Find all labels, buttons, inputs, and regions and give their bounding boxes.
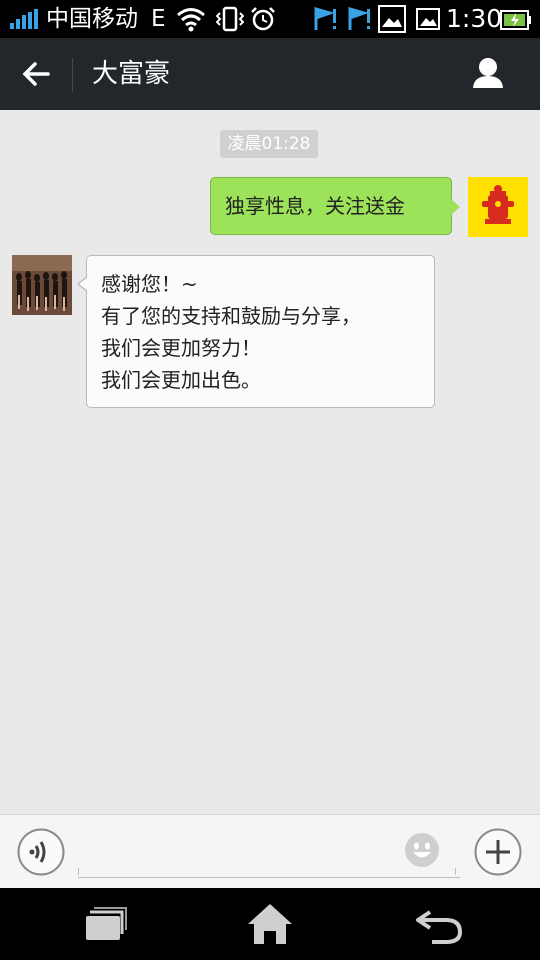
network-type: E [151,6,166,32]
smiley-icon[interactable] [404,832,440,868]
notification-flag-icon [314,7,336,30]
chat-title: 大富豪 [92,59,171,89]
sent-message-bubble[interactable]: 独享性息，关注送金 [210,177,460,235]
message-line: 有了您的支持和鼓励与分享， [101,304,361,328]
message-line: 感谢您！~ [101,272,198,296]
system-nav-bar [0,888,540,960]
received-message-bubble[interactable]: 感谢您！~ 有了您的支持和鼓励与分享， 我们会更加努力！ 我们会更加出色。 [77,255,435,408]
image-icon [378,5,406,33]
input-underline-tick [78,868,79,875]
self-avatar[interactable] [468,177,528,237]
message-line: 我们会更加努力！ [101,336,261,360]
message-timestamp: 凌晨01:28 [220,130,318,158]
fire-hydrant-icon [482,185,514,224]
chat-area[interactable]: 凌晨01:28 独享性息，关注送金 感谢您！~ 有了您的支持和鼓励与分享， 我们… [0,110,540,814]
message-line: 我们会更加出色。 [101,368,261,392]
contact-avatar[interactable] [12,255,72,315]
group-photo-image [12,255,72,315]
back-arrow-icon[interactable] [14,52,58,96]
voice-icon[interactable] [17,828,65,876]
carrier-name: 中国移动 [46,6,138,32]
home-icon[interactable] [240,898,300,950]
battery-charging-icon [500,10,531,30]
signal-icon [10,9,38,29]
title-divider [72,58,73,92]
title-bar: 大富豪 [0,38,540,110]
message-input[interactable] [78,825,460,878]
wifi-icon [177,8,205,32]
status-bar: 中国移动 E 1:30 [0,0,540,38]
input-bar [0,814,540,888]
clock: 1:30 [446,4,503,33]
plus-icon[interactable] [474,828,522,876]
back-icon[interactable] [410,898,470,950]
recent-apps-icon[interactable] [72,898,132,950]
screenshot-icon [416,8,440,30]
notification-flag-icon [348,7,370,30]
vibrate-icon [216,6,244,32]
alarm-icon [251,7,275,31]
person-icon[interactable] [466,52,510,96]
input-underline-tick [455,868,456,875]
